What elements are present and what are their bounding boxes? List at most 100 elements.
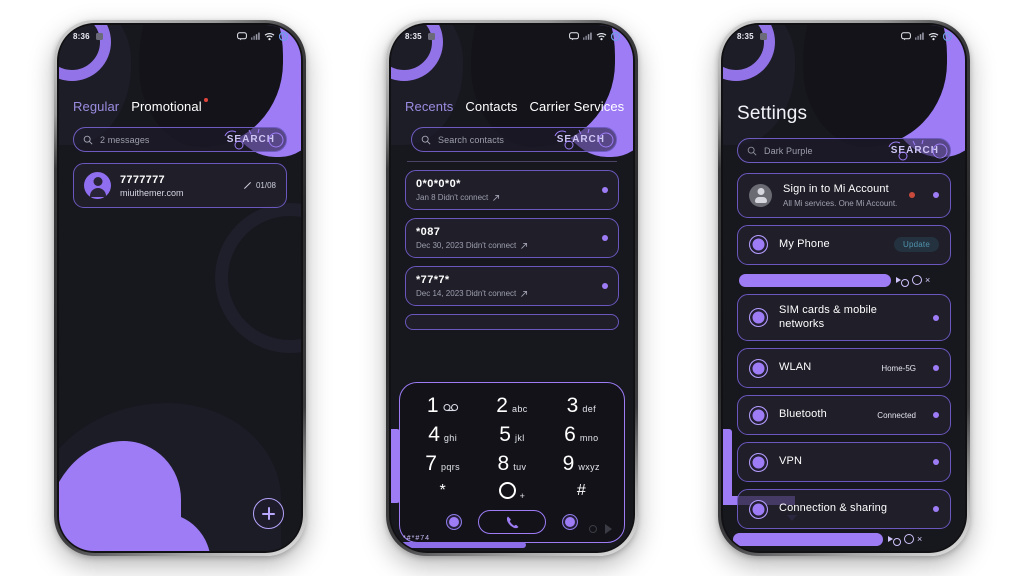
search-icon xyxy=(421,135,431,144)
tab-promotional[interactable]: Promotional xyxy=(131,98,208,114)
dialpad-key-star-symbol: * xyxy=(439,482,446,499)
dialpad-key-9[interactable]: 9 wxyz xyxy=(547,453,616,474)
alarm-icon xyxy=(427,32,435,40)
screenshot-stage: 8:36 Regular Promotional 2 messages SEAR… xyxy=(0,0,1024,576)
messages-tabs: Regular Promotional xyxy=(73,98,287,114)
status-bar: 8:36 xyxy=(59,25,301,47)
dialer-tabs: Recents Contacts Carrier Services xyxy=(405,99,624,114)
screen-dialer: 8:35 Recents Contacts Carrier Services S… xyxy=(391,25,633,551)
phone-mockup-dialer: 8:35 Recents Contacts Carrier Services S… xyxy=(386,20,638,556)
settings-item-my-phone[interactable]: My Phone Update xyxy=(737,224,951,265)
dialpad-key-3-number: 3 xyxy=(566,394,579,417)
chevron-dot-icon xyxy=(933,192,939,199)
update-badge[interactable]: Update xyxy=(894,237,939,253)
dialpad-key-9-number: 9 xyxy=(562,452,575,475)
home-circle-icon xyxy=(589,525,597,533)
call-button[interactable] xyxy=(478,510,546,534)
call-log-item[interactable]: *77*7* Dec 14, 2023 Didn't connect xyxy=(405,266,619,306)
status-time: 8:36 xyxy=(73,31,90,41)
dialpad-key-6-letters: mno xyxy=(579,433,599,443)
signal-icon xyxy=(915,32,924,40)
status-bar: 8:35 xyxy=(391,25,633,47)
recents-circle-icon[interactable] xyxy=(904,534,914,544)
phone-mockup-settings: 8:35 Settings Dark Purple SEARCH Sign in… xyxy=(718,20,970,556)
dialer-bottom-text: *#*#74 xyxy=(403,535,431,542)
voicemail-icon xyxy=(442,403,458,412)
search-button-label: SEARCH xyxy=(226,134,275,145)
home-circle-icon[interactable] xyxy=(893,537,901,546)
recents-x-icon[interactable]: × xyxy=(917,534,922,544)
search-icon xyxy=(747,146,757,155)
message-list-item[interactable]: 7777777 miuithemer.com 01/08 xyxy=(73,163,287,208)
signal-icon xyxy=(251,32,260,40)
message-icon xyxy=(237,31,247,40)
dialpad-key-4[interactable]: 4 ghi xyxy=(408,424,477,445)
new-message-fab[interactable] xyxy=(253,498,284,529)
home-circle-icon xyxy=(901,278,909,287)
ring-icon xyxy=(749,308,768,327)
settings-item-bluetooth[interactable]: Bluetooth Connected xyxy=(737,395,951,436)
chevron-dot-icon xyxy=(933,314,939,321)
nav-glyphs: × xyxy=(896,274,930,287)
recents-x-icon: × xyxy=(925,275,931,286)
settings-item-connection-sharing[interactable]: Connection & sharing xyxy=(737,489,951,530)
dialpad-key-4-letters: ghi xyxy=(443,433,458,443)
dialer-content: Recents Contacts Carrier Services Search… xyxy=(391,47,633,330)
dialpad-key-2[interactable]: 2 abc xyxy=(477,395,546,416)
call-number: *087 xyxy=(416,226,441,238)
call-status-dot xyxy=(602,283,608,289)
dialpad-key-4-number: 4 xyxy=(428,423,440,446)
search-button[interactable]: SEARCH xyxy=(224,128,284,150)
dialpad-key-1[interactable]: 1 xyxy=(408,395,477,416)
tab-carrier-services[interactable]: Carrier Services xyxy=(530,99,625,114)
message-text: 7777777 miuithemer.com xyxy=(120,174,184,198)
dialpad-key-0[interactable]: + xyxy=(477,482,546,501)
search-button[interactable]: SEARCH xyxy=(888,139,948,161)
outgoing-call-icon xyxy=(493,194,500,201)
person-icon xyxy=(749,183,772,207)
settings-item-vpn[interactable]: VPN xyxy=(737,442,951,483)
search-input[interactable]: 2 messages SEARCH xyxy=(73,127,287,152)
dialpad-key-star[interactable]: * xyxy=(408,482,477,501)
dialpad-key-2-letters: abc xyxy=(511,404,528,414)
call-log-item-partial[interactable] xyxy=(405,314,619,330)
search-icon xyxy=(83,135,93,144)
wifi-icon xyxy=(928,32,939,40)
search-input[interactable]: Search contacts SEARCH xyxy=(411,127,617,152)
phone-icon xyxy=(506,516,518,528)
status-time: 8:35 xyxy=(737,31,754,41)
screen-settings: 8:35 Settings Dark Purple SEARCH Sign in… xyxy=(723,25,965,551)
tab-regular[interactable]: Regular xyxy=(73,99,119,114)
dialpad-key-0-plus: + xyxy=(519,491,526,501)
settings-item-sim-cards[interactable]: SIM cards & mobile networks xyxy=(737,293,951,342)
call-number: 0*0*0*0* xyxy=(416,178,461,190)
battery-icon xyxy=(611,31,620,41)
wifi-icon xyxy=(264,32,275,40)
ring-icon xyxy=(749,358,768,378)
status-bar: 8:35 xyxy=(723,25,965,47)
tab-recents[interactable]: Recents xyxy=(405,99,453,114)
keypad-right-dot[interactable] xyxy=(562,514,578,530)
call-log-item[interactable]: *087 Dec 30, 2023 Didn't connect xyxy=(405,218,619,258)
call-detail: Dec 14, 2023 Didn't connect xyxy=(416,289,608,298)
page-title: Settings xyxy=(737,103,808,124)
dialpad-key-5[interactable]: 5 jkl xyxy=(477,424,546,445)
dialpad-key-8[interactable]: 8 tuv xyxy=(477,453,546,474)
status-icons xyxy=(237,31,288,41)
dialpad-key-hash[interactable]: # xyxy=(547,482,616,501)
dialpad-key-6[interactable]: 6 mno xyxy=(547,424,616,445)
settings-item-wlan[interactable]: WLAN Home-5G xyxy=(737,348,951,389)
call-detail: Jan 8 Didn't connect xyxy=(416,193,608,202)
dialpad-key-3-letters: def xyxy=(582,404,597,414)
tab-contacts[interactable]: Contacts xyxy=(465,99,517,114)
call-log-item[interactable]: 0*0*0*0* Jan 8 Didn't connect xyxy=(405,170,619,210)
search-button[interactable]: SEARCH xyxy=(554,128,614,150)
settings-content: Settings Dark Purple SEARCH Sign in to M… xyxy=(723,47,965,530)
status-icons xyxy=(569,31,620,41)
dialpad-key-7[interactable]: 7 pqrs xyxy=(408,453,477,474)
search-input[interactable]: Dark Purple SEARCH xyxy=(737,138,951,163)
settings-item-title: Bluetooth xyxy=(779,408,827,421)
settings-item-mi-account[interactable]: Sign in to Mi Account All Mi services. O… xyxy=(737,173,951,218)
dialpad-key-3[interactable]: 3 def xyxy=(547,395,616,416)
keypad-left-dot[interactable] xyxy=(446,514,462,530)
